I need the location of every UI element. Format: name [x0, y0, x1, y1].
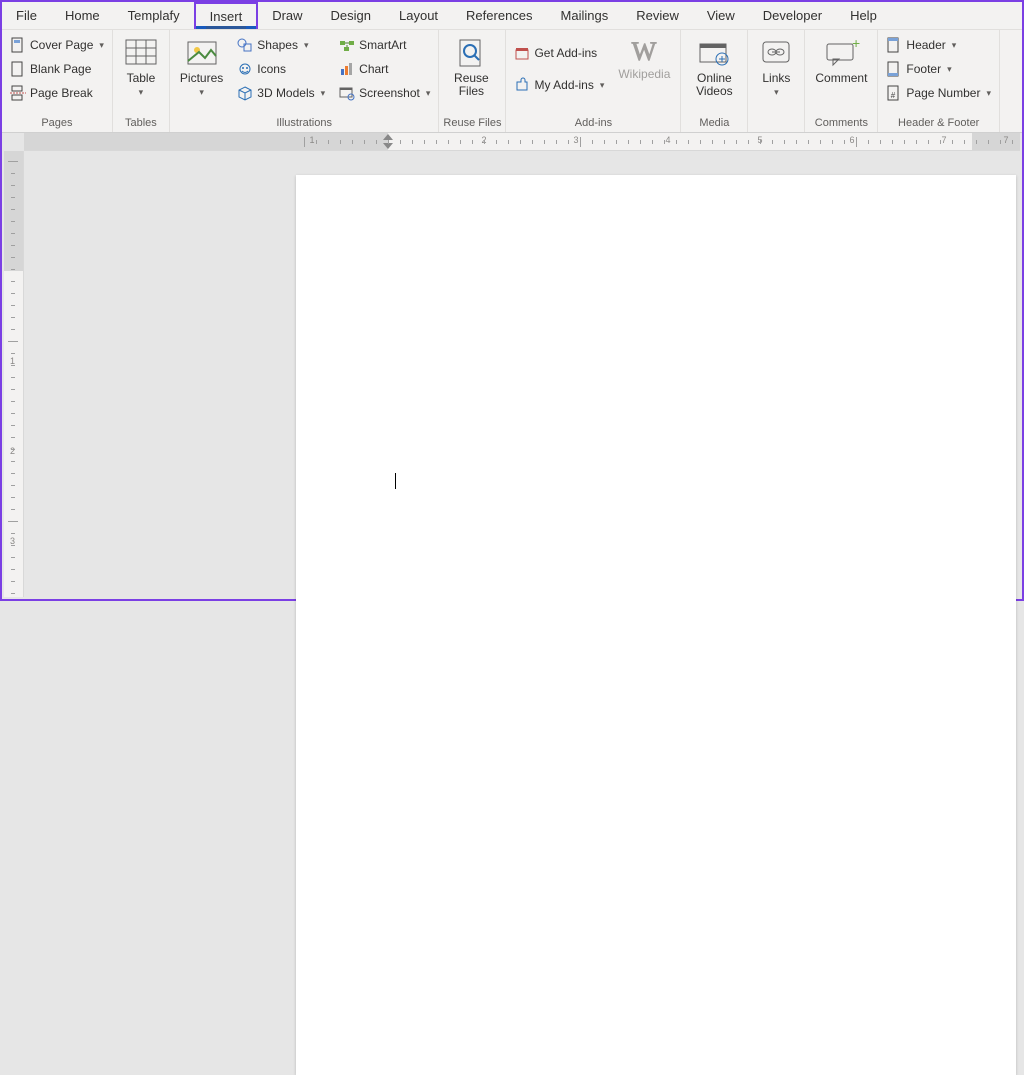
store-icon	[514, 45, 530, 61]
group-comments: + Comment Comments	[805, 30, 878, 132]
screenshot-button[interactable]: Screenshot▾	[335, 82, 434, 104]
tab-review[interactable]: Review	[622, 2, 693, 29]
tab-mailings[interactable]: Mailings	[547, 2, 623, 29]
reuse-files-icon	[454, 36, 488, 70]
tab-draw[interactable]: Draw	[258, 2, 316, 29]
cube-icon	[237, 85, 253, 101]
horizontal-ruler[interactable]: 1 2 3 4 5 6 7 7	[24, 133, 1020, 151]
document-area[interactable]	[24, 151, 1020, 597]
page-break-button[interactable]: Page Break	[6, 82, 108, 104]
cover-page-button[interactable]: Cover Page▾	[6, 34, 108, 56]
my-addins-button[interactable]: My Add-ins▾	[510, 74, 608, 96]
wikipedia-icon: W	[627, 36, 661, 66]
tab-view[interactable]: View	[693, 2, 749, 29]
group-label-pages: Pages	[6, 115, 108, 132]
group-label-media: Media	[685, 115, 743, 132]
group-label-headerfooter: Header & Footer	[882, 115, 995, 132]
page-number-button[interactable]: # Page Number▾	[882, 82, 995, 104]
3d-models-button[interactable]: 3D Models▾	[233, 82, 329, 104]
table-button[interactable]: Table ▾	[117, 32, 165, 98]
tab-layout[interactable]: Layout	[385, 2, 452, 29]
comment-icon: +	[821, 36, 861, 70]
group-reuse-files: Reuse Files Reuse Files	[439, 30, 506, 132]
smartart-button[interactable]: SmartArt	[335, 34, 434, 56]
tab-templafy[interactable]: Templafy	[114, 2, 194, 29]
footer-button[interactable]: Footer▾	[882, 58, 995, 80]
get-addins-button[interactable]: Get Add-ins	[510, 42, 608, 64]
document-page[interactable]	[296, 175, 1016, 1075]
pictures-icon	[185, 36, 219, 70]
icons-button[interactable]: Icons	[233, 58, 329, 80]
svg-text:+: +	[852, 36, 860, 51]
header-icon	[886, 37, 902, 53]
wikipedia-button[interactable]: W Wikipedia	[612, 32, 676, 81]
tab-insert[interactable]: Insert	[194, 2, 259, 29]
blank-page-icon	[10, 61, 26, 77]
ribbon-tabs: File Home Templafy Insert Draw Design La…	[2, 2, 1022, 30]
page-break-icon	[10, 85, 26, 101]
pictures-button[interactable]: Pictures ▾	[174, 32, 229, 98]
header-button[interactable]: Header▾	[882, 34, 995, 56]
chart-button[interactable]: Chart	[335, 58, 434, 80]
group-label-tables: Tables	[117, 115, 165, 132]
shapes-button[interactable]: Shapes▾	[233, 34, 329, 56]
text-caret	[395, 473, 396, 489]
online-video-icon	[697, 36, 731, 70]
tab-help[interactable]: Help	[836, 2, 891, 29]
tab-home[interactable]: Home	[51, 2, 114, 29]
puzzle-icon	[514, 77, 530, 93]
group-label-reuse: Reuse Files	[443, 115, 501, 132]
ribbon: Cover Page▾ Blank Page Page Break Pages …	[2, 30, 1022, 133]
tab-design[interactable]: Design	[317, 2, 385, 29]
group-label-addins: Add-ins	[510, 115, 676, 132]
svg-text:#: #	[891, 91, 896, 100]
online-videos-button[interactable]: Online Videos	[685, 32, 743, 98]
screenshot-icon	[339, 85, 355, 101]
group-tables: Table ▾ Tables	[113, 30, 170, 132]
reuse-files-button[interactable]: Reuse Files	[443, 32, 499, 98]
vertical-ruler[interactable]: 1 2 3	[4, 151, 24, 597]
chart-icon	[339, 61, 355, 77]
blank-page-button[interactable]: Blank Page	[6, 58, 108, 80]
table-icon	[124, 36, 158, 70]
group-media: Online Videos Media	[681, 30, 748, 132]
group-label-links	[752, 115, 800, 132]
tab-developer[interactable]: Developer	[749, 2, 836, 29]
group-header-footer: Header▾ Footer▾ # Page Number▾ Header & …	[878, 30, 1000, 132]
group-label-comments: Comments	[809, 115, 873, 132]
icons-icon	[237, 61, 253, 77]
links-button[interactable]: Links ▾	[752, 32, 800, 98]
group-pages: Cover Page▾ Blank Page Page Break Pages	[2, 30, 113, 132]
tab-file[interactable]: File	[2, 2, 51, 29]
footer-icon	[886, 61, 902, 77]
group-label-illustrations: Illustrations	[174, 115, 434, 132]
group-addins: Get Add-ins My Add-ins▾ W Wikipedia Add-…	[506, 30, 681, 132]
link-icon	[759, 36, 793, 70]
comment-button[interactable]: + Comment	[809, 32, 873, 85]
smartart-icon	[339, 37, 355, 53]
group-illustrations: Pictures ▾ Shapes▾ Icons 3D Models▾	[170, 30, 439, 132]
cover-page-icon	[10, 37, 26, 53]
tab-references[interactable]: References	[452, 2, 546, 29]
shapes-icon	[237, 37, 253, 53]
page-number-icon: #	[886, 85, 902, 101]
svg-text:W: W	[632, 37, 657, 66]
group-links: Links ▾	[748, 30, 805, 132]
